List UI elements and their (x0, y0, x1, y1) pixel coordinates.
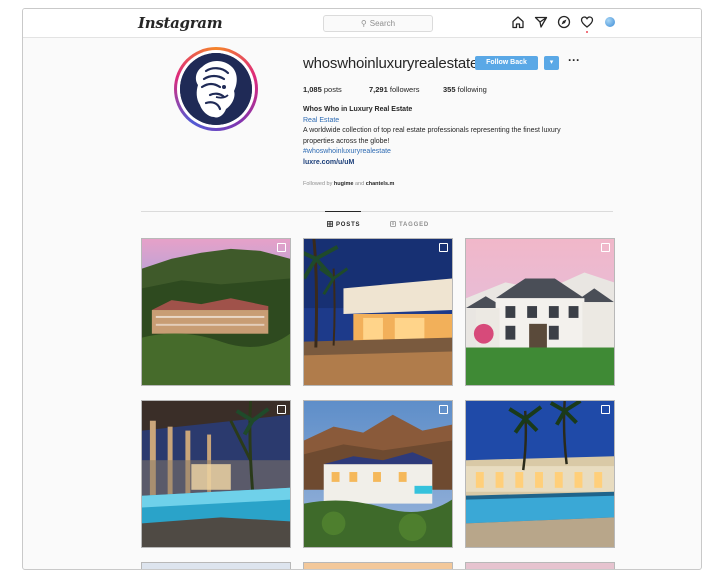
post-thumbnail[interactable] (141, 400, 291, 548)
grid-icon (327, 221, 333, 227)
tab-posts-label: POSTS (336, 222, 361, 228)
explore-icon[interactable] (557, 15, 573, 31)
chevron-down-icon: ▾ (549, 59, 554, 66)
post-thumbnail[interactable] (303, 400, 453, 548)
tab-tagged[interactable]: TAGGED (390, 221, 429, 228)
post-thumbnail[interactable] (303, 562, 453, 569)
lion-logo-icon (180, 53, 252, 125)
followed-by-and: and (354, 181, 365, 187)
followers-stat[interactable]: 7,291 followers (369, 85, 419, 94)
followers-label: followers (389, 85, 420, 94)
search-placeholder: Search (369, 19, 396, 28)
followed-by-user[interactable]: chantels.m (366, 181, 395, 187)
profile-bio: Whos Who in Luxury Real Estate Real Esta… (303, 105, 623, 168)
multiple-photos-icon (277, 405, 286, 414)
bio-category: Real Estate (303, 116, 340, 124)
multiple-photos-icon (439, 405, 448, 414)
post-thumbnail[interactable] (141, 562, 291, 569)
top-nav: Instagram ⚲ Search (23, 9, 701, 38)
following-count: 355 (443, 85, 456, 94)
post-thumbnail[interactable] (303, 238, 453, 386)
search-input[interactable]: ⚲ Search (323, 15, 433, 32)
followers-count: 7,291 (369, 85, 388, 94)
followed-by-user[interactable]: hugime (334, 181, 354, 187)
browser-page: Instagram ⚲ Search whoswhoinluxuryreales… (22, 8, 702, 570)
post-thumbnail[interactable] (141, 238, 291, 386)
multiple-photos-icon (439, 243, 448, 252)
posts-stat: 1,085 posts (303, 85, 342, 94)
bio-description-line2: properties across the globe! (303, 137, 390, 145)
profile-username: whoswhoinluxuryrealestate (303, 55, 479, 72)
activity-icon[interactable] (580, 15, 596, 33)
bio-description-line1: A worldwide collection of top real estat… (303, 127, 561, 134)
tab-posts[interactable]: POSTS (327, 221, 360, 228)
tabs-divider (141, 211, 613, 212)
post-thumbnail[interactable] (465, 238, 615, 386)
notification-dot (586, 31, 588, 33)
follow-back-button[interactable]: Follow Back (475, 56, 538, 70)
post-thumbnail[interactable] (465, 562, 615, 569)
followed-by: Followed by hugime and chantels.m (303, 181, 394, 187)
profile-picture[interactable] (174, 47, 258, 131)
tag-icon (390, 221, 396, 227)
bio-link[interactable]: luxre.com/u/uM (303, 158, 623, 169)
following-label: following (457, 85, 487, 94)
bio-hashtag[interactable]: #whoswhoinluxuryrealestate (303, 147, 623, 158)
profile-avatar-icon[interactable] (603, 15, 619, 31)
multiple-photos-icon (601, 405, 610, 414)
suggestions-dropdown-button[interactable]: ▾ (544, 56, 559, 70)
posts-label: posts (323, 85, 342, 94)
instagram-logo[interactable]: Instagram (138, 14, 223, 32)
multiple-photos-icon (601, 243, 610, 252)
active-tab-indicator (325, 211, 361, 212)
tab-tagged-label: TAGGED (399, 222, 430, 228)
more-options-icon[interactable]: ··· (566, 54, 582, 69)
search-icon: ⚲ (360, 19, 367, 28)
direct-icon[interactable] (534, 15, 550, 31)
home-icon[interactable] (511, 15, 527, 31)
followed-by-prefix: Followed by (303, 181, 333, 187)
following-stat[interactable]: 355 following (443, 85, 487, 94)
bio-name: Whos Who in Luxury Real Estate (303, 106, 413, 113)
posts-count: 1,085 (303, 85, 322, 94)
multiple-photos-icon (277, 243, 286, 252)
post-thumbnail[interactable] (465, 400, 615, 548)
